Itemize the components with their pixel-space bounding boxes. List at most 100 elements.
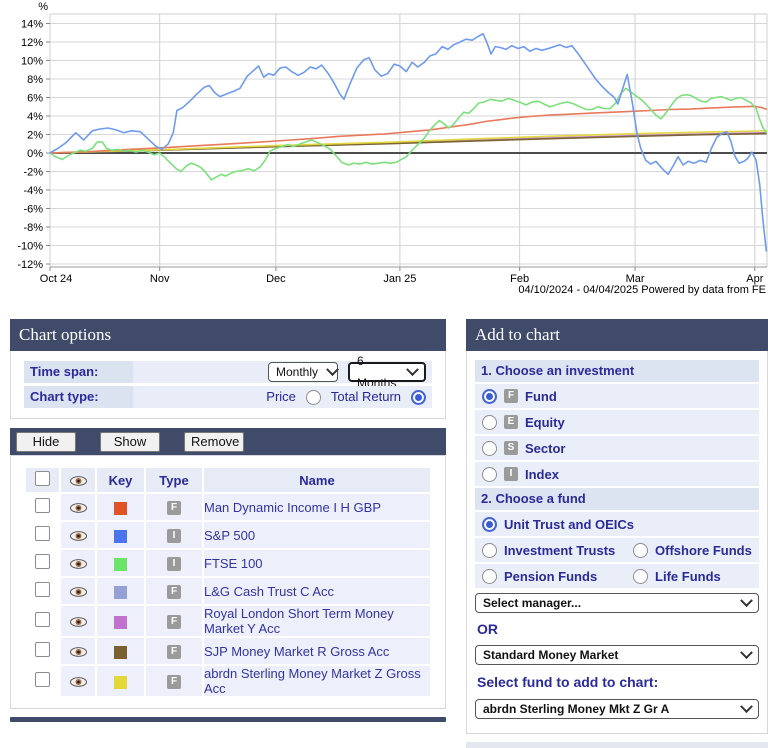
chart-options-title: Chart options [10,319,446,351]
key-color-swatch [114,676,127,689]
chart-type-row: Chart type: Price Total Return [24,386,432,408]
svg-text:-2%: -2% [23,167,43,179]
or-label: OR [477,621,759,637]
row-checkbox[interactable] [35,612,50,627]
offshore-funds-label: Offshore Funds [655,543,752,558]
money-market-sector-select[interactable]: Standard Money Market [475,645,759,665]
add-to-chart-panel: Add to chart 1. Choose an investment F F… [466,319,768,748]
fund-name[interactable]: abrdn Sterling Money Market Z Gross Acc [204,666,430,696]
chart-type-label: Chart type: [24,386,133,408]
key-color-swatch [114,530,127,543]
fund-select-wrap: abrdn Sterling Money Mkt Z Gr A [475,699,759,719]
hide-button[interactable]: Hide [16,432,76,452]
visibility-eye-icon[interactable] [70,559,87,569]
pension-funds-radio[interactable] [482,569,497,584]
show-button[interactable]: Show [100,432,160,452]
chevron-down-icon [740,594,753,607]
fund-name[interactable]: SJP Money Market R Gross Acc [204,638,430,664]
equity-radio[interactable] [482,415,497,430]
unit-trust-radio[interactable] [482,517,497,532]
life-funds-label: Life Funds [655,569,721,584]
svg-text:10%: 10% [21,56,43,68]
svg-text:-6%: -6% [23,204,43,216]
key-color-swatch [114,502,127,515]
key-color-swatch [114,646,127,659]
row-checkbox[interactable] [35,554,50,569]
total-return-radio[interactable] [411,390,426,405]
pension-funds-label: Pension Funds [504,569,597,584]
sector-radio[interactable] [482,441,497,456]
svg-text:4%: 4% [27,111,43,123]
row-checkbox[interactable] [35,582,50,597]
step2-header: 2. Choose a fund [475,488,759,510]
chart-type-controls: Price Total Return [133,386,432,408]
fund-type-option-offshore-funds[interactable]: Offshore Funds [633,543,752,558]
fund-name[interactable]: Man Dynamic Income I H GBP [204,494,430,520]
time-span-select[interactable]: 6 Months [348,362,426,382]
table-row: F Royal London Short Term Money Market Y… [26,606,430,636]
visibility-eye-icon[interactable] [70,617,87,627]
time-interval-value: Monthly [276,361,318,383]
fund-type-option-unit-trust[interactable]: Unit Trust and OEICs [475,512,759,536]
fund-name[interactable]: S&P 500 [204,522,430,548]
unit-trust-label: Unit Trust and OEICs [504,517,634,532]
index-option-label: Index [525,467,559,482]
key-color-swatch [114,558,127,571]
visibility-eye-icon[interactable] [70,531,87,541]
visibility-eye-icon[interactable] [70,647,87,657]
fund-type-option-pension-funds[interactable]: Pension Funds [482,569,626,584]
select-all-checkbox[interactable] [35,471,50,486]
row-checkbox[interactable] [35,526,50,541]
chart-options-panel: Chart options Time span: Monthly 6 Month… [10,319,446,722]
visibility-eye-icon[interactable] [70,503,87,513]
visibility-eye-icon[interactable] [70,476,87,486]
svg-text:8%: 8% [27,74,43,86]
type-badge: F [167,675,181,689]
investment-option-equity[interactable]: E Equity [475,410,759,434]
investment-trusts-radio[interactable] [482,543,497,558]
fund-name[interactable]: Royal London Short Term Money Market Y A… [204,606,430,636]
investment-option-fund[interactable]: F Fund [475,384,759,408]
svg-text:6%: 6% [27,93,43,105]
key-color-swatch [114,586,127,599]
svg-text:Oct 24: Oct 24 [40,273,72,285]
life-funds-radio[interactable] [633,569,648,584]
visibility-header-cell [61,468,95,492]
time-span-label: Time span: [24,361,133,383]
visibility-eye-icon[interactable] [70,587,87,597]
fund-name[interactable]: L&G Cash Trust C Acc [204,578,430,604]
visibility-eye-icon[interactable] [70,677,87,687]
type-badge: F [167,645,181,659]
fund-type-row-2: Pension Funds Life Funds [475,564,759,588]
fund-to-add-select[interactable]: abrdn Sterling Money Mkt Z Gr A [475,699,759,719]
select-all-cell [26,468,59,492]
fund-type-row-1: Investment Trusts Offshore Funds [475,538,759,562]
type-badge: F [167,615,181,629]
investment-option-sector[interactable]: S Sector [475,436,759,460]
fund-select-prompt: Select fund to add to chart: [477,674,759,690]
row-checkbox[interactable] [35,672,50,687]
performance-chart-svg: Oct 24NovDecJan 25FebMarApr14%12%10%8%6%… [0,0,768,300]
equity-type-badge: E [504,415,518,429]
svg-text:2%: 2% [27,130,43,142]
row-checkbox[interactable] [35,498,50,513]
panel-footer-bar [10,717,446,722]
fund-type-option-life-funds[interactable]: Life Funds [633,569,721,584]
investment-option-index[interactable]: I Index [475,462,759,486]
time-interval-select[interactable]: Monthly [268,362,338,382]
index-type-badge: I [504,467,518,481]
fund-table-box: Key Type Name F Man Dynamic Income I H G… [10,455,446,709]
fund-radio[interactable] [482,389,497,404]
type-header: Type [146,468,202,492]
remove-button[interactable]: Remove [184,432,244,452]
offshore-funds-radio[interactable] [633,543,648,558]
sector-type-badge: S [504,441,518,455]
manager-select[interactable]: Select manager... [475,593,759,613]
index-radio[interactable] [482,467,497,482]
row-checkbox[interactable] [35,642,50,657]
fund-name[interactable]: FTSE 100 [204,550,430,576]
manager-select-wrap: Select manager... [475,593,759,613]
table-toolbar: Hide Show Remove [10,428,446,455]
price-radio[interactable] [306,390,321,405]
fund-type-option-investment-trusts[interactable]: Investment Trusts [482,543,626,558]
